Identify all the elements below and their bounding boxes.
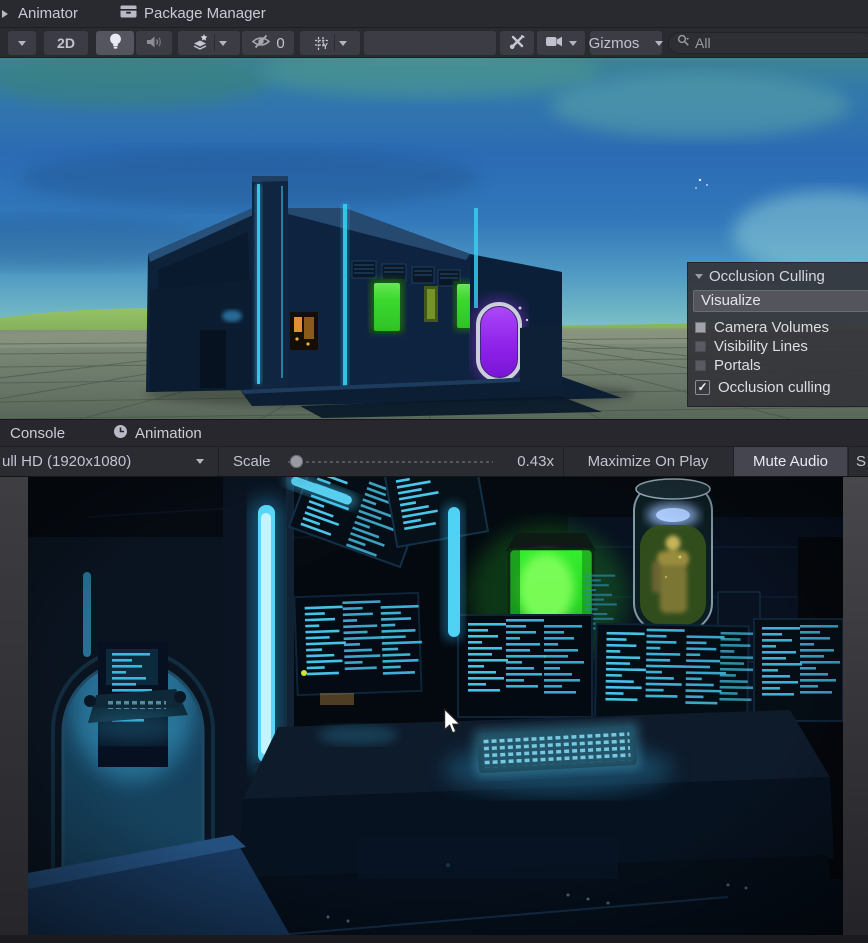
slider-thumb[interactable] — [290, 455, 303, 468]
camera-icon — [545, 35, 564, 51]
gizmos-button[interactable]: Gizmos — [590, 31, 662, 55]
scene-search-field[interactable] — [668, 32, 868, 54]
package-icon — [120, 5, 137, 22]
toggle-2d-button[interactable]: 2D — [44, 31, 88, 55]
divider — [848, 447, 849, 476]
tab-animator[interactable]: Animator — [8, 0, 88, 27]
divider — [218, 447, 219, 476]
unity-editor-window: Animator Package Manager 2D 0 Y — [0, 0, 868, 943]
checkbox-icon — [695, 341, 706, 352]
toggle-visibility-lines[interactable]: Visibility Lines — [693, 337, 868, 356]
divider — [214, 35, 215, 51]
toggle-portals[interactable]: Portals — [693, 356, 868, 375]
collapse-icon — [695, 274, 703, 279]
divider — [334, 35, 335, 51]
tab-console-label: Console — [10, 425, 65, 442]
tab-package-manager-label: Package Manager — [144, 5, 266, 22]
checkbox-checked-icon: ✓ — [695, 380, 710, 395]
top-tab-bar: Animator Package Manager — [0, 0, 868, 28]
component-tools-button[interactable] — [500, 31, 534, 55]
scene-toolbar: 2D 0 Y — [0, 28, 868, 58]
grid-visibility-button[interactable]: Y — [300, 31, 360, 55]
scale-slider[interactable] — [288, 447, 493, 476]
toggle-label: Visibility Lines — [714, 338, 808, 355]
toggle-label: Camera Volumes — [714, 319, 829, 336]
game-3d-render — [28, 477, 843, 935]
tab-animation-label: Animation — [135, 425, 202, 442]
eye-slash-icon — [251, 34, 271, 52]
game-view[interactable] — [0, 477, 868, 943]
slider-track — [288, 461, 493, 463]
mute-audio-button[interactable]: Mute Audio — [734, 447, 847, 476]
bottom-tab-bar: Console Animation — [0, 419, 868, 447]
scene-camera-button[interactable] — [537, 31, 585, 55]
scale-label: Scale — [233, 447, 271, 476]
grid-icon: Y — [313, 35, 330, 52]
toggle-camera-volumes[interactable]: Camera Volumes — [693, 318, 868, 337]
scene-lighting-button[interactable] — [96, 31, 134, 55]
scene-audio-button[interactable] — [136, 31, 172, 55]
chevron-down-icon — [18, 41, 26, 46]
effects-icon — [192, 33, 210, 53]
toggle-occlusion-culling[interactable]: ✓ Occlusion culling — [693, 375, 868, 399]
toggle-label: Occlusion culling — [718, 379, 831, 396]
hidden-count: 0 — [276, 35, 284, 52]
scale-value: 0.43x — [498, 447, 554, 476]
chevron-down-icon[interactable] — [569, 41, 577, 46]
draw-mode-dropdown[interactable] — [8, 31, 36, 55]
tab-package-manager[interactable]: Package Manager — [110, 0, 276, 27]
game-view-right-margin — [843, 477, 868, 943]
resolution-dropdown[interactable]: ull HD (1920x1080) — [0, 447, 214, 476]
grid-axis-label: Y — [323, 42, 328, 51]
search-input[interactable] — [695, 35, 865, 51]
tab-animator-label: Animator — [18, 5, 78, 22]
game-view-bottom-margin — [0, 935, 868, 943]
occlusion-panel-header[interactable]: Occlusion Culling — [693, 266, 868, 289]
chevron-down-icon — [196, 459, 204, 464]
tools-icon — [508, 33, 526, 53]
speaker-icon — [146, 35, 163, 52]
stats-button[interactable]: S — [856, 447, 866, 476]
gizmos-label: Gizmos — [589, 35, 640, 52]
scene-view[interactable]: Occlusion Culling Visualize Camera Volum… — [0, 58, 868, 419]
search-icon — [677, 34, 690, 52]
toggle-label: Portals — [714, 357, 761, 374]
chevron-down-icon[interactable] — [339, 41, 347, 46]
2d-label: 2D — [57, 35, 75, 51]
checkbox-icon — [695, 322, 706, 333]
chevron-down-icon[interactable] — [219, 41, 227, 46]
checkbox-icon — [695, 360, 706, 371]
occlusion-culling-panel: Occlusion Culling Visualize Camera Volum… — [687, 262, 868, 407]
chevron-down-icon[interactable] — [655, 41, 663, 46]
hidden-objects-button[interactable]: 0 — [242, 31, 294, 55]
game-view-left-margin — [0, 477, 28, 943]
clock-icon — [113, 424, 128, 443]
maximize-on-play-button[interactable]: Maximize On Play — [564, 447, 732, 476]
visualize-dropdown[interactable]: Visualize — [693, 290, 868, 312]
lightbulb-icon — [108, 33, 123, 53]
resolution-label: ull HD (1920x1080) — [0, 453, 131, 470]
tab-console[interactable]: Console — [0, 420, 75, 446]
toolbar-empty-segment — [364, 31, 496, 55]
occlusion-panel-title: Occlusion Culling — [709, 268, 825, 285]
effects-visibility-button[interactable] — [178, 31, 240, 55]
game-toolbar: ull HD (1920x1080) Scale 0.43x Maximize … — [0, 447, 868, 477]
tab-animation[interactable]: Animation — [103, 420, 212, 446]
